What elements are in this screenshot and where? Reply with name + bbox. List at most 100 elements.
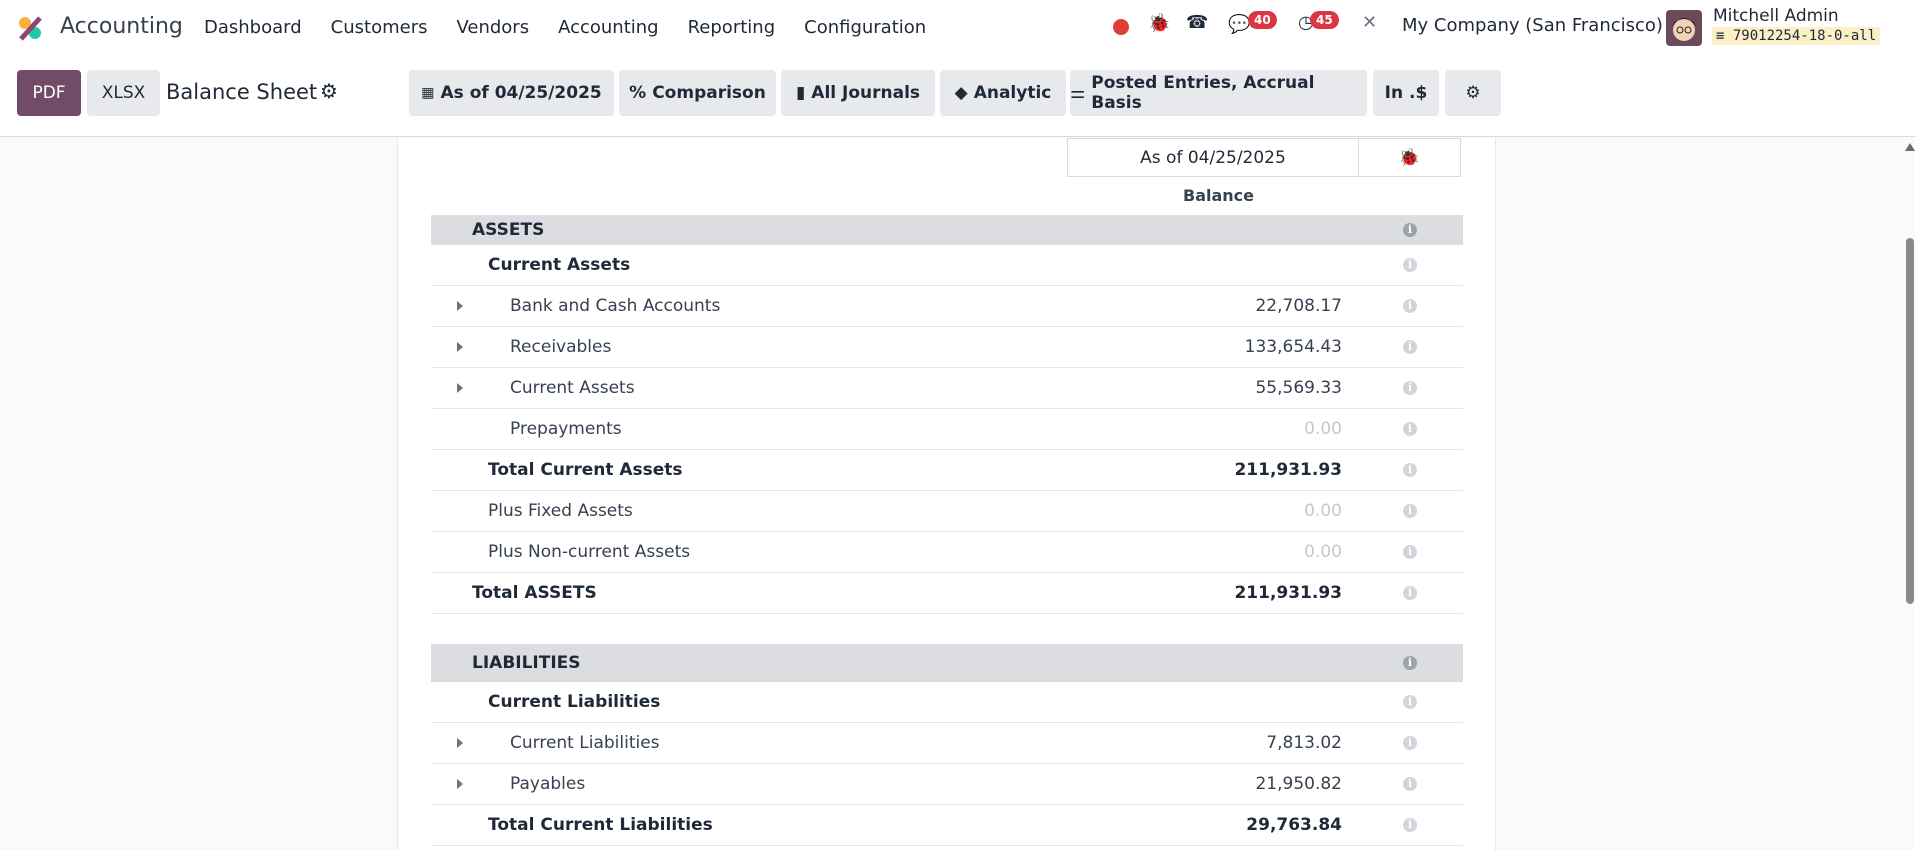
user-avatar[interactable] [1666,10,1702,46]
report-line: LIABILITIES i [431,644,1463,682]
line-label: Current Assets [510,378,635,398]
line-label: ASSETS [472,220,545,240]
journals-label: All Journals [811,83,921,103]
app-name[interactable]: Accounting [60,14,183,39]
scrollbar-thumb[interactable] [1906,238,1914,604]
report-line[interactable]: Current Liabilities 7,813.02 i [431,723,1463,764]
database-name: ≡ 79012254-18-0-all [1712,27,1881,45]
line-balance[interactable]: 22,708.17 [1255,296,1342,316]
report-line: Total ASSETS 211,931.93 i [431,573,1463,614]
line-label: Plus Non-current Assets [488,542,691,562]
info-icon[interactable]: i [1403,695,1417,709]
messages-icon[interactable]: 💬 [1228,14,1250,35]
tools-icon[interactable]: ✕ [1362,12,1377,33]
menu-accounting[interactable]: Accounting [558,17,659,38]
line-label: Total Current Liabilities [488,815,713,835]
database-icon: ≡ [1716,28,1733,44]
expand-caret-icon[interactable] [457,779,463,789]
report-line[interactable]: Bank and Cash Accounts 22,708.17 i [431,286,1463,327]
recording-indicator-icon[interactable] [1113,19,1129,35]
info-icon[interactable]: i [1403,340,1417,354]
sliders-icon: ⚌ [1070,83,1086,103]
info-icon[interactable]: i [1403,463,1417,477]
report-line[interactable]: Current Assets 55,569.33 i [431,368,1463,409]
line-label: Prepayments [510,419,622,439]
analytic-button[interactable]: ◆ Analytic [940,70,1066,116]
column-debug-button[interactable]: 🐞 [1358,138,1461,177]
info-icon[interactable]: i [1403,299,1417,313]
info-icon[interactable]: i [1403,223,1417,237]
database-label: 79012254-18-0-all [1732,28,1877,44]
menu-vendors[interactable]: Vendors [456,17,529,38]
line-label: Payables [510,774,586,794]
line-balance[interactable]: 29,763.84 [1246,815,1342,835]
expand-caret-icon[interactable] [457,383,463,393]
report-line[interactable]: Payables 21,950.82 i [431,764,1463,805]
info-icon[interactable]: i [1403,656,1417,670]
info-icon[interactable]: i [1403,422,1417,436]
line-label: Current Liabilities [488,692,661,712]
activities-badge: 45 [1310,11,1339,29]
menu-configuration[interactable]: Configuration [804,17,926,38]
control-panel: PDF XLSX Balance Sheet ⚙ ▦ As of 04/25/20… [0,55,1915,137]
book-icon: ▮ [795,83,806,103]
line-balance[interactable]: 133,654.43 [1245,337,1342,357]
column-header-date[interactable]: As of 04/25/2025 [1067,138,1359,177]
report-line: Current Assets i [431,245,1463,286]
line-label: Current Liabilities [510,733,660,753]
report-line: Prepayments 0.00 i [431,409,1463,450]
report-line: Current Liabilities i [431,682,1463,723]
vertical-scrollbar[interactable] [1903,138,1915,850]
line-balance[interactable]: 211,931.93 [1234,583,1342,603]
menu-dashboard[interactable]: Dashboard [204,17,302,38]
menu-reporting[interactable]: Reporting [688,17,776,38]
line-balance[interactable]: 0.00 [1304,501,1342,521]
line-balance[interactable]: 55,569.33 [1255,378,1342,398]
phone-icon[interactable]: ☎ [1186,12,1208,33]
calendar-icon: ▦ [421,85,435,101]
line-balance[interactable]: 0.00 [1304,419,1342,439]
report-line: Plus Fixed Assets 0.00 i [431,491,1463,532]
info-icon[interactable]: i [1403,818,1417,832]
line-balance[interactable]: 7,813.02 [1266,733,1342,753]
menu-customers[interactable]: Customers [331,17,428,38]
analytic-label: Analytic [973,83,1052,103]
info-icon[interactable]: i [1403,258,1417,272]
posted-entries-button[interactable]: ⚌ Posted Entries, Accrual Basis [1070,70,1367,116]
column-label-balance: Balance [1183,186,1254,205]
percent-icon: % [629,83,647,103]
report-line: Plus Non-current Assets 0.00 i [431,532,1463,573]
info-icon[interactable]: i [1403,586,1417,600]
settings-gear-icon[interactable]: ⚙ [320,79,338,103]
report-line[interactable]: Receivables 133,654.43 i [431,327,1463,368]
comparison-button[interactable]: % Comparison [619,70,776,116]
xlsx-button[interactable]: XLSX [87,70,160,116]
expand-caret-icon[interactable] [457,301,463,311]
line-balance[interactable]: 21,950.82 [1255,774,1342,794]
line-label: Total Current Assets [488,460,683,480]
debug-bug-icon[interactable]: 🐞 [1148,13,1170,34]
info-icon[interactable]: i [1403,545,1417,559]
line-balance[interactable]: 211,931.93 [1234,460,1342,480]
options-gears-button[interactable]: ⚙ [1445,70,1501,116]
line-label: Current Assets [488,255,631,275]
messages-badge: 40 [1248,11,1277,29]
app-logo-icon[interactable] [16,14,44,42]
posted-entries-label: Posted Entries, Accrual Basis [1091,73,1315,113]
report-line: ASSETS i [431,215,1463,245]
expand-caret-icon[interactable] [457,342,463,352]
currency-button[interactable]: In .$ [1373,70,1439,116]
user-name[interactable]: Mitchell Admin [1713,6,1839,26]
company-switcher[interactable]: My Company (San Francisco) [1402,15,1663,36]
info-icon[interactable]: i [1403,777,1417,791]
date-filter-button[interactable]: ▦ As of 04/25/2025 [409,70,614,116]
line-balance[interactable]: 0.00 [1304,542,1342,562]
info-icon[interactable]: i [1403,504,1417,518]
line-label: Receivables [510,337,612,357]
scroll-up-arrow-icon[interactable] [1905,143,1915,151]
info-icon[interactable]: i [1403,736,1417,750]
expand-caret-icon[interactable] [457,738,463,748]
pdf-button[interactable]: PDF [17,70,81,116]
info-icon[interactable]: i [1403,381,1417,395]
journals-button[interactable]: ▮ All Journals [781,70,935,116]
